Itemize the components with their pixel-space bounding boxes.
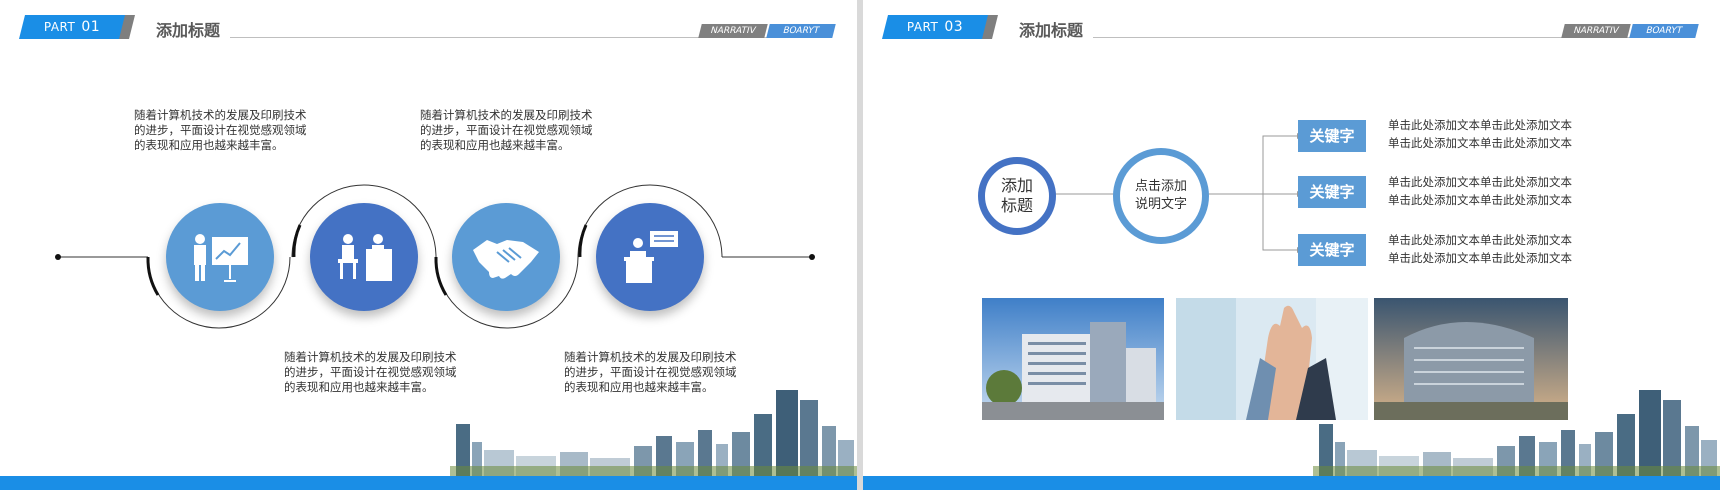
speaker-icon: [624, 231, 678, 283]
part-label: PART: [43, 20, 76, 34]
step-circle-4[interactable]: [596, 203, 704, 311]
keyword-text-line: 单击此处添加文本单击此处添加文本: [1388, 118, 1572, 132]
title-circle[interactable]: 添加标题: [978, 157, 1056, 235]
corner-tags: NARRATIV BOARYT: [1561, 24, 1700, 38]
keyword-text-line: 单击此处添加文本单击此处添加文本: [1388, 251, 1572, 265]
step-circle-1[interactable]: [166, 203, 274, 311]
part-number: 03: [944, 19, 964, 35]
corner-tag-boaryt: BOARYT: [1629, 24, 1699, 38]
timeline-connector: [55, 184, 815, 329]
office-building-photo[interactable]: [982, 298, 1164, 420]
keyword-box-3[interactable]: 关键字: [1298, 234, 1366, 266]
keyword-text-line: 单击此处添加文本单击此处添加文本: [1388, 233, 1572, 247]
keyword-text-line: 单击此处添加文本单击此处添加文本: [1388, 193, 1572, 207]
corner-tag-narrativ: NARRATIV: [1561, 24, 1631, 38]
corner-tags: NARRATIV BOARYT: [698, 24, 837, 38]
corner-tag-boaryt: BOARYT: [766, 24, 836, 38]
keyword-box-2[interactable]: 关键字: [1298, 176, 1366, 208]
slide-part-01: PART 01 添加标题 NARRATIV BOARYT 随着计算机技术的发展及印…: [0, 0, 857, 490]
keyword-text-2[interactable]: 单击此处添加文本单击此处添加文本 单击此处添加文本单击此处添加文本: [1388, 173, 1572, 209]
description-circle-text: 点击添加说明文字: [1134, 179, 1187, 212]
city-skyline-image: [1313, 390, 1720, 476]
slide-title[interactable]: 添加标题: [156, 17, 220, 41]
step-circle-3[interactable]: [452, 203, 560, 311]
part-label: PART: [906, 20, 939, 34]
bottom-accent-bar: [863, 476, 1720, 490]
keyword-text-3[interactable]: 单击此处添加文本单击此处添加文本 单击此处添加文本单击此处添加文本: [1388, 231, 1572, 267]
corner-tag-narrativ: NARRATIV: [698, 24, 768, 38]
presentation-icon: [194, 234, 248, 282]
keyword-text-1[interactable]: 单击此处添加文本单击此处添加文本 单击此处添加文本单击此处添加文本: [1388, 116, 1572, 152]
title-circle-text: 添加标题: [1000, 176, 1033, 215]
part-tag: PART 03: [882, 15, 998, 39]
description-circle[interactable]: 点击添加说明文字: [1113, 148, 1209, 244]
city-skyline-image: [450, 390, 857, 476]
text-block-2[interactable]: 随着计算机技术的发展及印刷技术的进步，平面设计在视觉感观领域的表现和应用也越来越…: [420, 108, 600, 153]
meeting-icon: [338, 234, 392, 281]
slide-part-03: PART 03 添加标题 NARRATIV BOARYT 添加标题 点击添加说明文…: [863, 0, 1720, 490]
keyword-text-line: 单击此处添加文本单击此处添加文本: [1388, 136, 1572, 150]
bottom-accent-bar: [0, 476, 857, 490]
slide-title[interactable]: 添加标题: [1019, 17, 1083, 41]
keyword-text-line: 单击此处添加文本单击此处添加文本: [1388, 175, 1572, 189]
text-block-1[interactable]: 随着计算机技术的发展及印刷技术的进步，平面设计在视觉感观领域的表现和应用也越来越…: [134, 108, 314, 153]
keyword-box-1[interactable]: 关键字: [1298, 120, 1366, 152]
step-circle-2[interactable]: [310, 203, 418, 311]
handshake-icon: [473, 240, 539, 279]
part-tag: PART 01: [19, 15, 135, 39]
text-block-3[interactable]: 随着计算机技术的发展及印刷技术的进步，平面设计在视觉感观领域的表现和应用也越来越…: [284, 350, 464, 395]
part-number: 01: [81, 19, 101, 35]
